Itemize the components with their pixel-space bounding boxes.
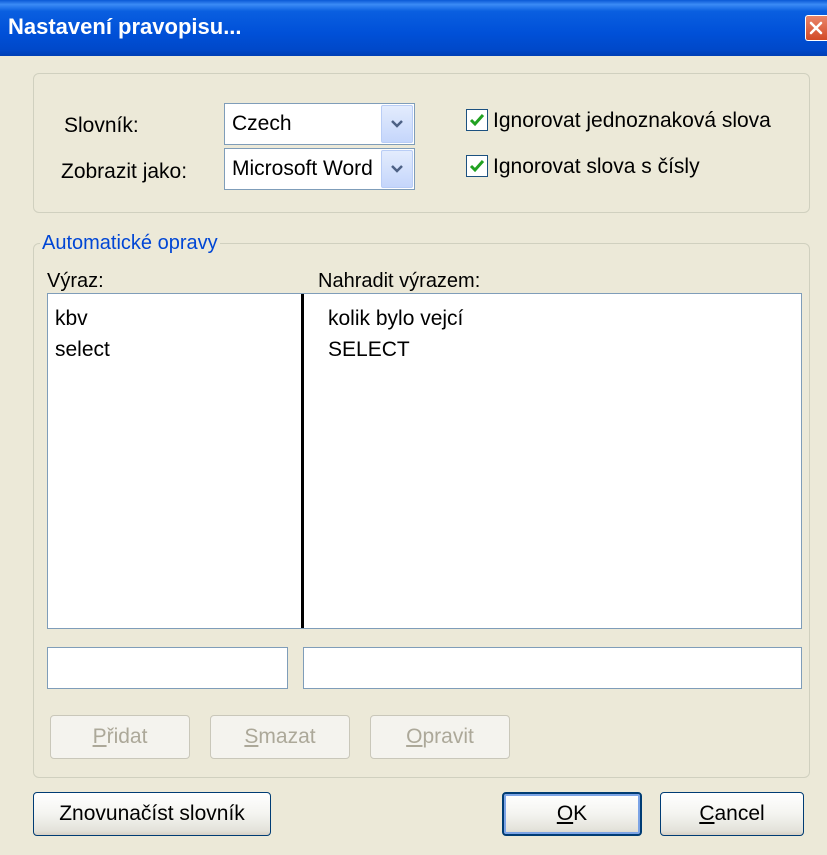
chevron-down-icon[interactable] [381, 105, 413, 143]
display-as-select[interactable]: Microsoft Word [224, 148, 415, 190]
expression-input[interactable] [47, 647, 288, 689]
dictionary-select-value: Czech [232, 112, 292, 135]
title-bar[interactable]: Nastavení pravopisu... [0, 0, 827, 56]
ok-button[interactable]: OK [502, 792, 642, 836]
autocorrect-group-title: Automatické opravy [40, 232, 220, 255]
delete-button-mnemonic: S [244, 725, 259, 748]
list-item-replacement[interactable]: kolik bylo vejcí [328, 307, 463, 331]
chevron-down-icon[interactable] [381, 150, 413, 188]
add-button-mnemonic: P [92, 725, 107, 748]
ignore-numbers-label[interactable]: Ignorovat slova s čísly [493, 155, 700, 179]
column-divider[interactable] [301, 294, 304, 628]
cancel-button-label: ancel [714, 802, 765, 825]
spelling-settings-dialog: Nastavení pravopisu... Slovník: Czech Zo… [0, 0, 827, 855]
checkmark-icon [469, 114, 485, 127]
edit-button-mnemonic: O [406, 725, 423, 748]
delete-button-label: mazat [258, 725, 316, 748]
ignore-numbers-checkbox[interactable] [466, 155, 488, 177]
ignore-single-char-checkbox[interactable] [466, 109, 488, 131]
list-item-expression[interactable]: select [55, 338, 110, 362]
close-icon[interactable] [805, 15, 827, 41]
list-item-expression[interactable]: kbv [55, 307, 88, 331]
edit-button[interactable]: Opravit [370, 715, 510, 759]
column-header-expression: Výraz: [47, 270, 104, 292]
dictionary-label: Slovník: [64, 114, 139, 137]
autocorrect-list[interactable]: kbv kolik bylo vejcí select SELECT [47, 293, 802, 629]
window-title: Nastavení pravopisu... [8, 14, 242, 39]
ignore-single-char-label[interactable]: Ignorovat jednoznaková slova [493, 109, 771, 133]
column-header-replacement: Nahradit výrazem: [318, 270, 481, 292]
add-button-label: řidat [106, 725, 148, 748]
cancel-button[interactable]: Cancel [660, 792, 804, 836]
list-item-replacement[interactable]: SELECT [328, 338, 410, 362]
display-as-select-value: Microsoft Word [232, 157, 373, 180]
general-settings-group [33, 73, 810, 213]
dictionary-select[interactable]: Czech [224, 103, 415, 145]
cancel-button-mnemonic: C [699, 802, 715, 825]
ok-button-mnemonic: O [556, 802, 574, 825]
replacement-input[interactable] [303, 647, 802, 689]
ok-button-label: K [573, 802, 588, 825]
add-button[interactable]: Přidat [50, 715, 190, 759]
reload-dictionary-button[interactable]: Znovunačíst slovník [33, 792, 271, 836]
edit-button-label: pravit [422, 725, 474, 748]
checkmark-icon [469, 160, 485, 173]
delete-button[interactable]: Smazat [210, 715, 350, 759]
display-as-label: Zobrazit jako: [61, 160, 188, 183]
